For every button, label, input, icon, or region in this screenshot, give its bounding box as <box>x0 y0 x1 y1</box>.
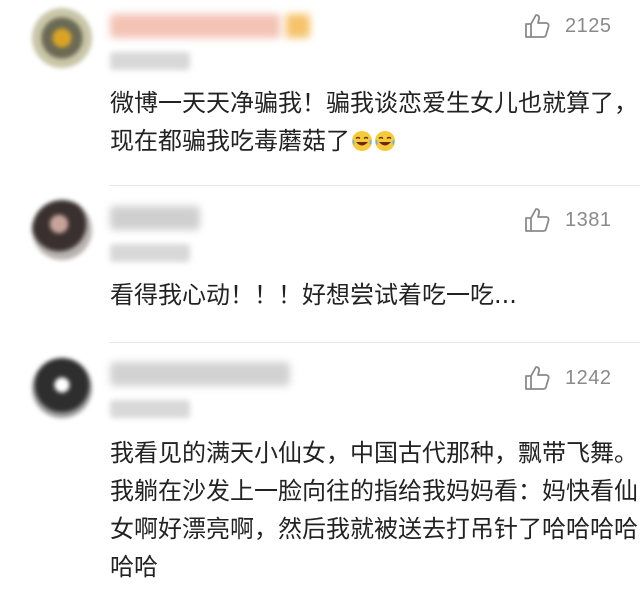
comment-text: 看得我心动！！！好想尝试着吃一吃... <box>110 281 517 309</box>
comment-text: 我看见的满天小仙女，中国古代那种，飘带飞舞。我躺在沙发上一脸向往的指给我妈妈看：… <box>110 439 638 581</box>
avatar[interactable] <box>32 358 92 418</box>
avatar[interactable] <box>32 8 92 68</box>
like-button[interactable]: 1381 <box>523 206 612 234</box>
like-count: 1242 <box>565 366 612 389</box>
like-button[interactable]: 2125 <box>523 12 612 40</box>
comment-feed: 2125 微博一天天净骗我！骗我谈恋爱生女儿也就算了，现在都骗我吃毒蘑菇了 13… <box>0 0 640 613</box>
like-count: 1381 <box>565 208 612 231</box>
username[interactable] <box>110 362 290 386</box>
divider <box>110 185 640 186</box>
like-count: 2125 <box>565 14 612 37</box>
thumbs-up-icon <box>525 366 550 390</box>
username[interactable] <box>110 14 310 38</box>
username[interactable] <box>110 206 200 230</box>
thumbs-up-icon <box>525 14 550 38</box>
like-button[interactable]: 1242 <box>523 364 612 392</box>
divider <box>110 342 640 343</box>
laughing-tears-emoji-icon <box>375 131 395 151</box>
timestamp <box>110 52 190 70</box>
thumbs-up-icon <box>525 208 550 232</box>
avatar[interactable] <box>32 200 92 260</box>
comment-text: 微博一天天净骗我！骗我谈恋爱生女儿也就算了，现在都骗我吃毒蘑菇了 <box>110 84 640 160</box>
laughing-tears-emoji-icon <box>352 131 372 151</box>
timestamp <box>110 400 190 418</box>
timestamp <box>110 244 190 262</box>
